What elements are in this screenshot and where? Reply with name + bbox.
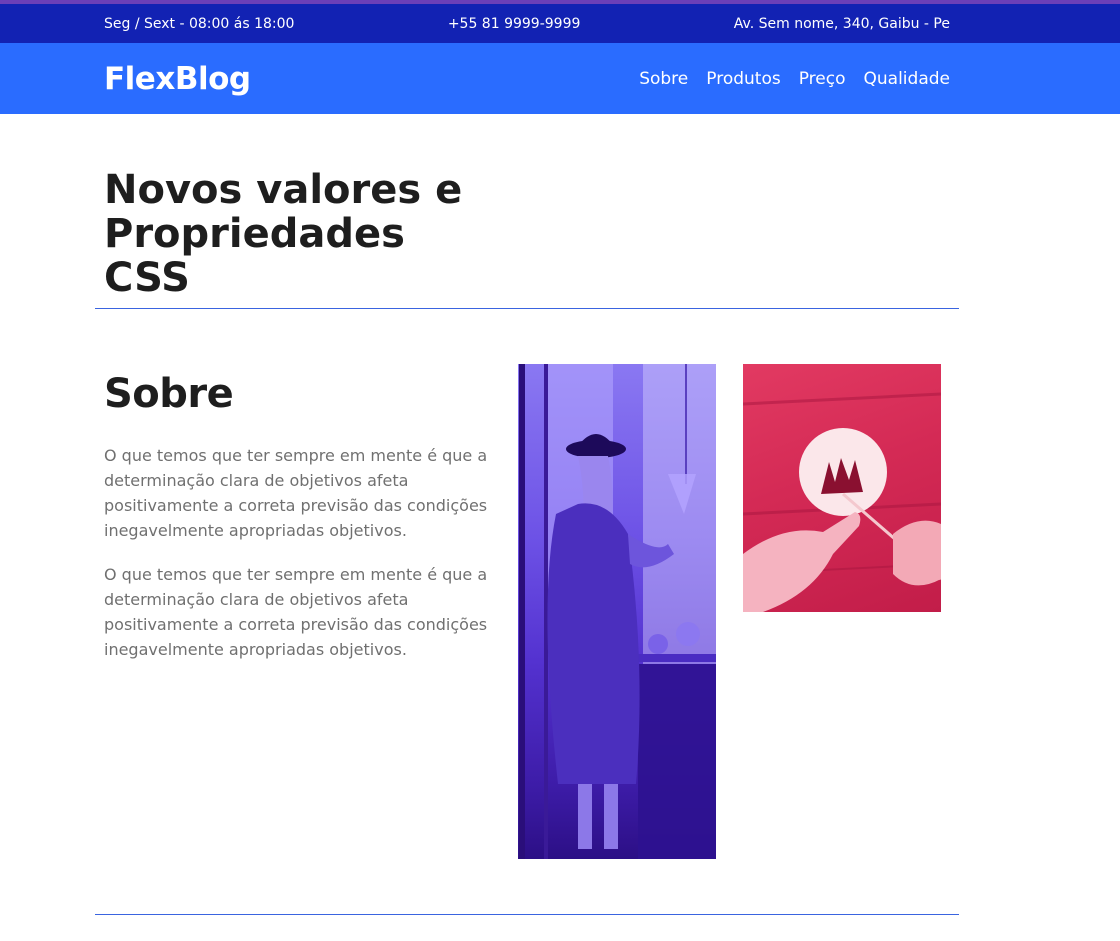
nav-link-sobre[interactable]: Sobre	[639, 69, 688, 89]
about-section: Sobre O que temos que ter sempre em ment…	[95, 309, 959, 915]
page-title: Novos valores e Propriedades CSS	[104, 167, 463, 301]
about-text: Sobre O que temos que ter sempre em ment…	[104, 371, 494, 681]
intro-section: Novos valores e Propriedades CSS	[95, 114, 959, 309]
nav-link-qualidade[interactable]: Qualidade	[864, 69, 950, 89]
site-logo[interactable]: FlexBlog	[104, 61, 251, 97]
nav-link-produtos[interactable]: Produtos	[706, 69, 780, 89]
address: Av. Sem nome, 340, Gaibu - Pe	[733, 15, 950, 32]
hands-painting-photo	[743, 364, 941, 612]
main-menu: Sobre Produtos Preço Qualidade	[639, 69, 950, 89]
top-info-bar: Seg / Sext - 08:00 ás 18:00 +55 81 9999-…	[0, 4, 1120, 43]
about-paragraph-1: O que temos que ter sempre em mente é qu…	[104, 446, 488, 540]
about-paragraph-2: O que temos que ter sempre em mente é qu…	[104, 565, 488, 659]
nav-link-preco[interactable]: Preço	[799, 69, 846, 89]
opening-hours: Seg / Sext - 08:00 ás 18:00	[104, 15, 295, 32]
woman-in-shop-photo	[518, 364, 716, 859]
about-heading: Sobre	[104, 371, 234, 417]
phone-number: +55 81 9999-9999	[447, 15, 581, 32]
main-navbar: FlexBlog Sobre Produtos Preço Qualidade	[0, 43, 1120, 114]
